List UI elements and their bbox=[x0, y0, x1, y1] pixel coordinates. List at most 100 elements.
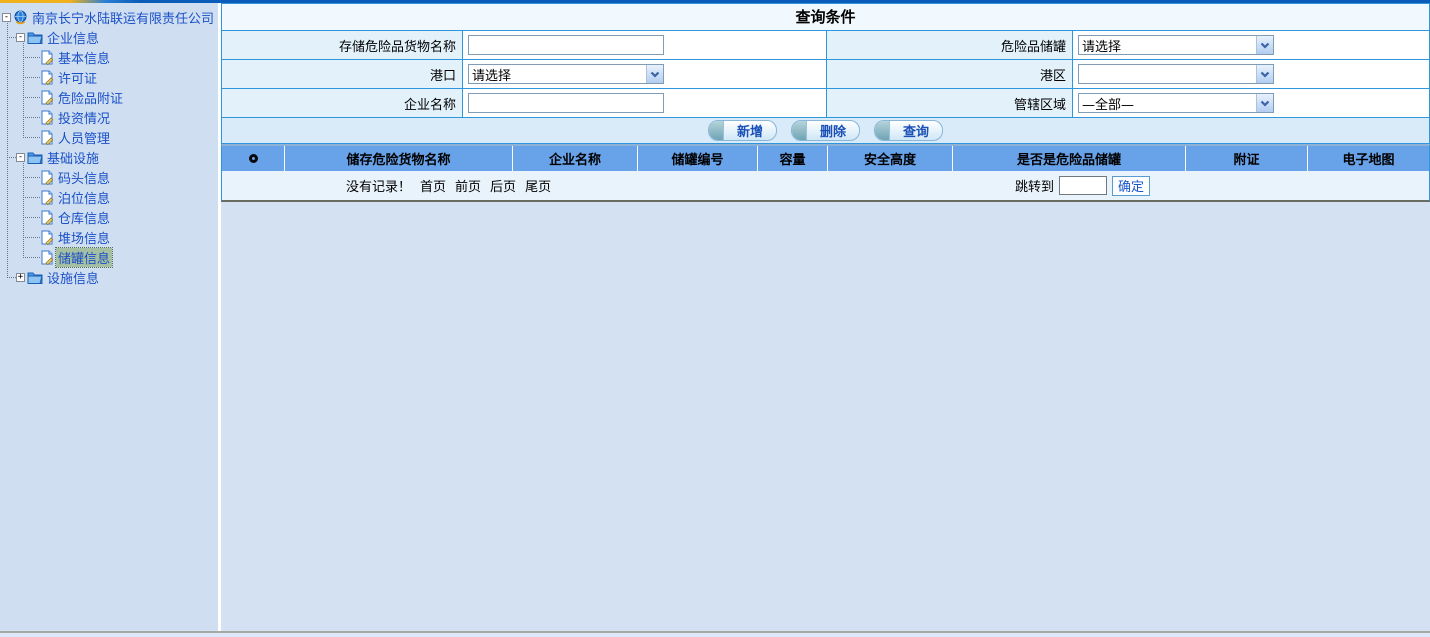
sidebar-tree: - 南京长宁水陆联运有限责任公司 - 企业信息 基本信息 许可证 危险品附证 投… bbox=[0, 3, 218, 630]
confirm-button[interactable]: 确定 bbox=[1112, 176, 1150, 196]
button-cap-decoration bbox=[875, 121, 890, 140]
tree-branch-line bbox=[23, 117, 40, 118]
select-all-column[interactable] bbox=[222, 146, 285, 171]
cargo-name-cell bbox=[463, 31, 827, 60]
document-edit-icon bbox=[40, 250, 54, 265]
tree-item-label[interactable]: 仓库信息 bbox=[56, 208, 112, 227]
tree-item-label[interactable]: 码头信息 bbox=[56, 168, 112, 187]
add-button[interactable]: 新增 bbox=[708, 120, 777, 141]
globe-icon bbox=[13, 10, 28, 25]
tree-item-label-selected[interactable]: 储罐信息 bbox=[56, 248, 112, 267]
tree-item-infrastructure[interactable]: - 基础设施 bbox=[0, 147, 218, 167]
pagination-left-group: 没有记录！ 首页 前页 后页 尾页 bbox=[346, 171, 551, 200]
company-name-input[interactable] bbox=[468, 93, 664, 113]
main-content: 查询条件 存储危险品货物名称 危险品储罐 请选择 港口 请选择 bbox=[221, 3, 1430, 202]
select-all-icon[interactable] bbox=[249, 154, 258, 163]
query-panel-title: 查询条件 bbox=[222, 4, 1429, 31]
dangerous-tank-label: 危险品储罐 bbox=[827, 31, 1073, 60]
collapse-minus-icon[interactable]: - bbox=[16, 153, 25, 162]
collapse-minus-icon[interactable]: - bbox=[2, 13, 11, 22]
tree-item-label[interactable]: 堆场信息 bbox=[56, 228, 112, 247]
first-page-link[interactable]: 首页 bbox=[420, 176, 446, 195]
dangerous-tank-select[interactable]: 请选择 bbox=[1078, 35, 1274, 55]
collapse-minus-icon[interactable]: - bbox=[16, 33, 25, 42]
tree-item-license[interactable]: 许可证 bbox=[0, 67, 218, 87]
document-edit-icon bbox=[40, 190, 54, 205]
tree-branch-line bbox=[23, 97, 40, 98]
document-edit-icon bbox=[40, 90, 54, 105]
tree-item-facility-info[interactable]: + 设施信息 bbox=[0, 267, 218, 287]
chevron-down-icon[interactable] bbox=[646, 65, 663, 83]
column-safe-height: 安全高度 bbox=[828, 146, 953, 171]
tree-item-investment[interactable]: 投资情况 bbox=[0, 107, 218, 127]
column-e-map: 电子地图 bbox=[1308, 146, 1429, 171]
tree-branch-line bbox=[23, 77, 40, 78]
tree-item-label[interactable]: 企业信息 bbox=[45, 28, 101, 47]
tree-item-label[interactable]: 投资情况 bbox=[56, 108, 112, 127]
port-select[interactable]: 请选择 bbox=[468, 64, 664, 84]
cargo-name-input[interactable] bbox=[468, 35, 664, 55]
tree-item-personnel[interactable]: 人员管理 bbox=[0, 127, 218, 147]
next-page-link[interactable]: 后页 bbox=[490, 176, 516, 195]
search-button[interactable]: 查询 bbox=[874, 120, 943, 141]
expand-plus-icon[interactable]: + bbox=[16, 273, 25, 282]
results-table-header: 储存危险货物名称 企业名称 储罐编号 容量 安全高度 是否是危险品储罐 附证 电… bbox=[222, 146, 1429, 171]
pagination-bar: 没有记录！ 首页 前页 后页 尾页 跳转到 确定 bbox=[222, 171, 1429, 200]
delete-button-label: 删除 bbox=[807, 121, 859, 140]
column-capacity: 容量 bbox=[758, 146, 828, 171]
folder-icon bbox=[27, 151, 43, 164]
tree-item-company-root[interactable]: - 南京长宁水陆联运有限责任公司 bbox=[0, 7, 218, 27]
column-company-name: 企业名称 bbox=[513, 146, 638, 171]
port-select-value: 请选择 bbox=[469, 65, 646, 84]
tree-item-label[interactable]: 泊位信息 bbox=[56, 188, 112, 207]
add-button-label: 新增 bbox=[724, 121, 776, 140]
company-name-cell bbox=[463, 89, 827, 118]
tree-item-label[interactable]: 人员管理 bbox=[56, 128, 112, 147]
tree-branch-line bbox=[23, 57, 40, 58]
chevron-down-icon[interactable] bbox=[1256, 36, 1273, 54]
port-area-select[interactable] bbox=[1078, 64, 1274, 84]
port-label: 港口 bbox=[222, 60, 463, 89]
tree-item-yard-info[interactable]: 堆场信息 bbox=[0, 227, 218, 247]
tree-item-label[interactable]: 危险品附证 bbox=[56, 88, 125, 107]
jurisdiction-select[interactable]: —全部— bbox=[1078, 93, 1274, 113]
jurisdiction-select-value: —全部— bbox=[1079, 94, 1256, 113]
column-cargo-name: 储存危险货物名称 bbox=[285, 146, 513, 171]
dangerous-tank-select-value: 请选择 bbox=[1079, 36, 1256, 55]
folder-icon bbox=[27, 271, 43, 284]
chevron-down-icon[interactable] bbox=[1256, 65, 1273, 83]
button-cap-decoration bbox=[792, 121, 807, 140]
tree-branch-line bbox=[23, 177, 40, 178]
tree-branch-line bbox=[7, 157, 16, 158]
tree-item-basic-info[interactable]: 基本信息 bbox=[0, 47, 218, 67]
search-button-label: 查询 bbox=[890, 121, 942, 140]
query-condition-panel: 查询条件 存储危险品货物名称 危险品储罐 请选择 港口 请选择 bbox=[221, 3, 1430, 144]
company-name-label: 企业名称 bbox=[222, 89, 463, 118]
tree-item-warehouse-info[interactable]: 仓库信息 bbox=[0, 207, 218, 227]
tree-item-wharf-info[interactable]: 码头信息 bbox=[0, 167, 218, 187]
document-edit-icon bbox=[40, 170, 54, 185]
tree-item-label[interactable]: 基础设施 bbox=[45, 148, 101, 167]
jurisdiction-label: 管辖区域 bbox=[827, 89, 1073, 118]
jump-page-input[interactable] bbox=[1059, 176, 1107, 195]
tree-item-berth-info[interactable]: 泊位信息 bbox=[0, 187, 218, 207]
tree-item-label[interactable]: 基本信息 bbox=[56, 48, 112, 67]
port-area-cell bbox=[1073, 60, 1429, 89]
tree-item-label[interactable]: 设施信息 bbox=[45, 268, 101, 287]
tree-item-storage-tank-info[interactable]: 储罐信息 bbox=[0, 247, 218, 267]
last-page-link[interactable]: 尾页 bbox=[525, 176, 551, 195]
prev-page-link[interactable]: 前页 bbox=[455, 176, 481, 195]
document-edit-icon bbox=[40, 230, 54, 245]
document-edit-icon bbox=[40, 50, 54, 65]
tree-item-label[interactable]: 南京长宁水陆联运有限责任公司 bbox=[30, 8, 216, 27]
chevron-down-icon[interactable] bbox=[1256, 94, 1273, 112]
document-edit-icon bbox=[40, 210, 54, 225]
tree-item-dangerous-goods-cert[interactable]: 危险品附证 bbox=[0, 87, 218, 107]
tree-branch-line bbox=[7, 37, 16, 38]
port-cell: 请选择 bbox=[463, 60, 827, 89]
tree-branch-line bbox=[23, 257, 40, 258]
delete-button[interactable]: 删除 bbox=[791, 120, 860, 141]
tree-item-enterprise-info[interactable]: - 企业信息 bbox=[0, 27, 218, 47]
tree-item-label[interactable]: 许可证 bbox=[56, 68, 99, 87]
tree-branch-line bbox=[23, 137, 40, 138]
